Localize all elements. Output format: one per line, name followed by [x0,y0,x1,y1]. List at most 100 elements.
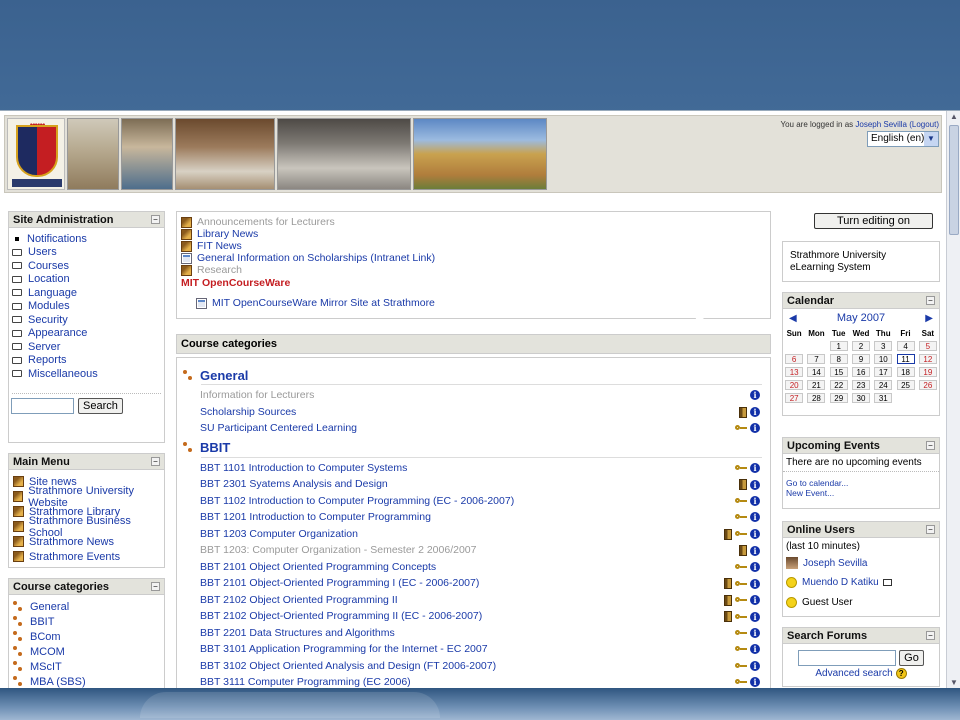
help-icon[interactable]: ? [895,668,907,679]
mit-ocw-mirror-link[interactable]: MIT OpenCourseWare Mirror Site at Strath… [212,297,435,309]
site-admin-item-label[interactable]: Courses [28,260,69,272]
info-icon[interactable]: i [750,529,760,539]
info-icon[interactable]: i [750,578,760,589]
course-row[interactable]: BBT 1203 Computer Organization i [183,526,762,543]
site-activity-link[interactable]: Library News [197,228,258,240]
course-link[interactable]: BBT 2102 Object-Oriented Programming II … [200,610,482,622]
site-activity-item[interactable]: General Information on Scholarships (Int… [181,252,766,264]
collapse-icon[interactable]: – [926,296,935,305]
site-admin-item-label[interactable]: Miscellaneous [28,368,98,380]
site-admin-item[interactable]: Users [12,246,164,260]
forum-search-go-button[interactable]: Go [899,650,924,666]
language-select[interactable]: English (en) ▼ [867,131,939,147]
course-row[interactable]: BBT 1201 Introduction to Computer Progra… [183,509,762,526]
course-category-item[interactable]: BBIT [13,614,164,629]
scroll-up-icon[interactable]: ▲ [949,112,959,122]
course-link[interactable]: BBT 1201 Introduction to Computer Progra… [200,511,431,523]
info-icon[interactable]: i [750,677,760,687]
course-category-item[interactable]: MBA (SBS) [13,674,164,688]
course-category-item[interactable]: General [13,599,164,614]
calendar-day[interactable]: 12 [918,353,937,364]
online-user-link[interactable]: Joseph Sevilla [803,558,867,569]
calendar-day[interactable]: 17 [874,366,893,377]
calendar-day[interactable]: 25 [896,379,915,390]
category-general[interactable]: General [183,366,762,384]
course-link[interactable]: BBT 2101 Object Oriented Programming Con… [200,561,436,573]
calendar-day[interactable]: 15 [829,366,848,377]
calendar-day[interactable]: 26 [918,379,937,390]
course-category-item-label[interactable]: MScIT [30,661,62,673]
calendar-day[interactable]: 19 [918,366,937,377]
calendar-day[interactable]: 24 [874,379,893,390]
calendar-day[interactable]: 2 [851,340,870,351]
site-admin-item-label[interactable]: Appearance [28,327,87,339]
info-icon[interactable]: i [750,512,760,522]
calendar-day[interactable]: 5 [918,340,937,351]
course-link[interactable]: BBT 2301 Syatems Analysis and Design [200,478,388,490]
calendar-day[interactable]: 7 [807,353,826,364]
site-activity-link[interactable]: Research [197,264,242,276]
calendar-day[interactable]: 29 [829,392,848,403]
site-activity-link[interactable]: General Information on Scholarships (Int… [197,252,435,264]
info-icon[interactable]: i [750,390,760,400]
course-link[interactable]: Scholarship Sources [200,406,296,418]
site-admin-item-label[interactable]: Security [28,314,68,326]
calendar-day[interactable]: 28 [807,392,826,403]
course-category-item[interactable]: MScIT [13,659,164,674]
course-row[interactable]: BBT 3111 Computer Programming (EC 2006) i [183,674,762,688]
course-row[interactable]: BBT 1101 Introduction to Computer System… [183,460,762,477]
course-link[interactable]: BBT 3111 Computer Programming (EC 2006) [200,676,411,688]
collapse-icon[interactable]: – [151,582,160,591]
calendar-day[interactable]: 21 [807,379,826,390]
course-link[interactable]: BBT 1203: Computer Organization - Semest… [200,544,476,556]
site-admin-item-label[interactable]: Language [28,287,77,299]
site-admin-item-label[interactable]: Reports [28,354,67,366]
site-admin-item-label[interactable]: Modules [28,300,70,312]
info-icon[interactable]: i [750,611,760,622]
collapse-icon[interactable]: – [151,457,160,466]
calendar-day[interactable]: 4 [896,340,915,351]
main-menu-item-label[interactable]: Strathmore News [29,536,114,548]
calendar-day[interactable]: 14 [807,366,826,377]
info-icon[interactable]: i [750,561,760,572]
site-admin-item[interactable]: Location [12,273,164,287]
main-menu-item-label[interactable]: Strathmore Events [29,551,120,563]
calendar-day[interactable]: 18 [896,366,915,377]
message-envelope-icon[interactable] [882,578,892,586]
course-row[interactable]: BBT 2102 Object-Oriented Programming II … [183,608,762,625]
previous-month-icon[interactable]: ◀ [789,313,797,324]
course-category-item[interactable]: BCom [13,629,164,644]
info-icon[interactable]: i [750,423,760,433]
course-category-item-label[interactable]: MBA (SBS) [30,676,86,688]
info-icon[interactable]: i [750,644,760,654]
university-crest-logo[interactable]: ♥♥♥ [7,118,65,190]
course-link[interactable]: Information for Lecturers [200,389,314,401]
course-category-item-label[interactable]: General [30,601,69,613]
course-row[interactable]: BBT 2201 Data Structures and Algorithms i [183,625,762,642]
scrollbar-thumb[interactable] [949,125,959,235]
turn-editing-on-button[interactable]: Turn editing on [814,213,933,229]
course-row[interactable]: BBT 3101 Application Programming for the… [183,641,762,658]
calendar-day[interactable]: 3 [874,340,893,351]
go-to-calendar-link[interactable]: Go to calendar... [786,478,848,488]
site-admin-item[interactable]: Notifications [12,232,164,246]
info-icon[interactable]: i [750,545,760,556]
calendar-day[interactable]: 13 [785,366,804,377]
course-row[interactable]: BBT 2101 Object-Oriented Programming I (… [183,575,762,592]
info-icon[interactable]: i [750,495,760,506]
info-icon[interactable]: i [750,660,760,671]
login-user-link[interactable]: Joseph Sevilla [855,120,907,129]
collapse-icon[interactable]: – [151,215,160,224]
calendar-day[interactable]: 11 [896,353,915,364]
calendar-day[interactable]: 10 [874,353,893,364]
site-activity-link[interactable]: FIT News [197,240,242,252]
course-row[interactable]: BBT 2101 Object Oriented Programming Con… [183,559,762,576]
chevron-down-icon[interactable]: ▼ [924,132,938,146]
course-link[interactable]: BBT 2101 Object-Oriented Programming I (… [200,577,479,589]
course-row[interactable]: Scholarship Sources i [183,404,762,421]
course-link[interactable]: BBT 1101 Introduction to Computer System… [200,462,407,474]
info-icon[interactable]: i [750,595,760,605]
calendar-day[interactable]: 31 [874,392,893,403]
site-activity-item[interactable]: Research [181,264,766,276]
site-search-input[interactable] [11,398,74,414]
